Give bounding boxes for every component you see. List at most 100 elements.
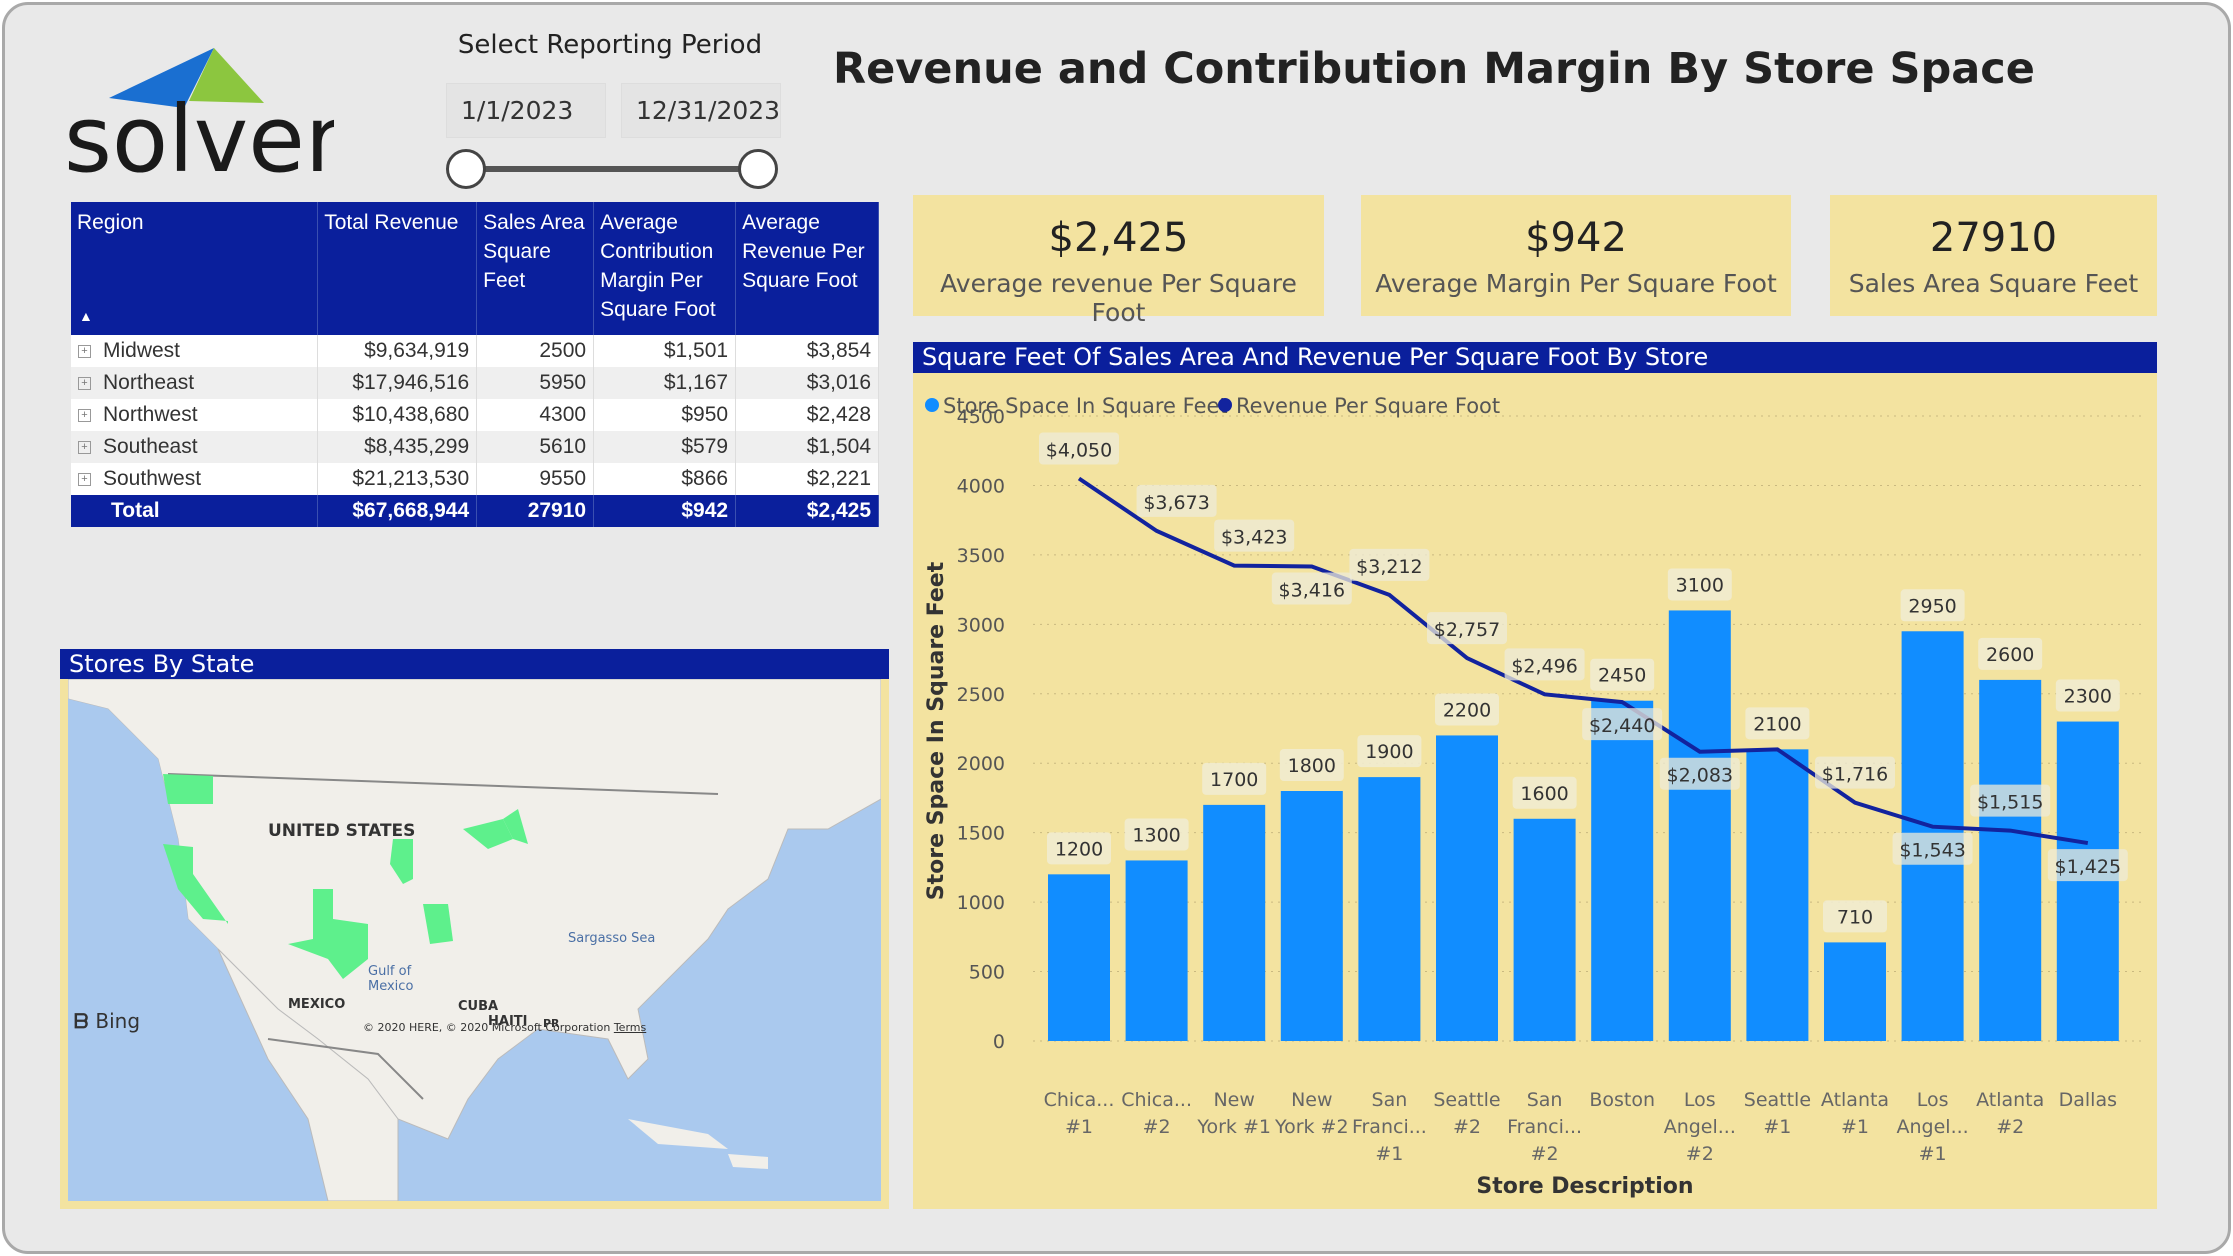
total-cell: Total <box>71 495 319 527</box>
x-tick-label: #1 <box>1841 1116 1869 1138</box>
x-tick-label: Los <box>1917 1089 1949 1111</box>
bar <box>1979 679 2042 1041</box>
label-sargasso: Sargasso Sea <box>568 931 656 946</box>
bing-logo: ᗷ Bing <box>74 1009 141 1033</box>
cell-value: $17,946,516 <box>317 367 478 399</box>
bar-data-label: 2950 <box>1908 595 1956 617</box>
x-tick-label: #2 <box>1143 1116 1171 1138</box>
stores-map[interactable]: UNITED STATES MEXICO Gulf of Mexico Sarg… <box>68 679 881 1201</box>
total-cell: $2,425 <box>735 495 879 527</box>
expand-icon[interactable]: + <box>78 376 91 390</box>
bar-data-label: 2600 <box>1986 644 2034 666</box>
cell-value: $8,435,299 <box>317 431 478 463</box>
line-data-label: $3,423 <box>1221 527 1287 549</box>
slider-end-handle[interactable] <box>738 149 778 189</box>
legend-bar-marker <box>925 398 939 412</box>
line-data-label: $2,440 <box>1589 715 1655 737</box>
svg-text:solver: solver <box>64 86 334 183</box>
y-axis-title: Store Space In Square Feet <box>924 561 949 900</box>
legend-bar-label: Store Space In Square Feet <box>943 394 1228 418</box>
cell-value: 9550 <box>476 463 595 495</box>
map-copyright: © 2020 HERE, © 2020 Microsoft Corporatio… <box>363 1021 647 1034</box>
bar <box>1591 700 1654 1041</box>
expand-icon[interactable]: + <box>78 440 91 454</box>
date-range-slider[interactable] <box>470 166 760 172</box>
bar-data-label: 1900 <box>1365 741 1413 763</box>
cell-region: + Midwest <box>71 335 319 367</box>
y-tick-label: 500 <box>969 962 1005 984</box>
x-tick-label: #2 <box>1453 1116 1481 1138</box>
line-data-label: $3,416 <box>1279 580 1345 602</box>
stores-map-panel: Stores By State UNITED STATES MEXICO Gul… <box>60 649 889 1209</box>
line-data-label: $3,673 <box>1143 492 1209 514</box>
bar-data-label: 1200 <box>1055 838 1103 860</box>
x-tick-label: #1 <box>1375 1143 1403 1165</box>
col-avg-margin[interactable]: Average Contribution Margin Per Square F… <box>593 202 737 335</box>
total-cell: $942 <box>593 495 737 527</box>
slider-start-handle[interactable] <box>446 149 486 189</box>
cell-region: + Northwest <box>71 399 319 431</box>
kpi-label: Average revenue Per Square Foot <box>940 269 1297 327</box>
bar <box>1358 777 1421 1041</box>
end-date-input[interactable]: 12/31/2023 <box>621 83 781 138</box>
bar <box>1513 818 1576 1041</box>
expand-icon[interactable]: + <box>78 472 91 486</box>
table-row: + Midwest $9,634,919 2500 $1,501 $3,854 <box>71 335 879 367</box>
store-chart-panel: Square Feet Of Sales Area And Revenue Pe… <box>913 342 2157 1209</box>
bar-data-label: 2450 <box>1598 665 1646 687</box>
bar <box>1668 610 1731 1041</box>
table-row: + Southwest $21,213,530 9550 $866 $2,221 <box>71 463 879 495</box>
legend-line-label: Revenue Per Square Foot <box>1236 394 1500 418</box>
cell-region: + Northeast <box>71 367 319 399</box>
region-name: Southwest <box>103 467 202 490</box>
table-row: + Northwest $10,438,680 4300 $950 $2,428 <box>71 399 879 431</box>
col-sales-area[interactable]: Sales Area Square Feet <box>476 202 595 335</box>
x-tick-label: York #2 <box>1274 1116 1349 1138</box>
cell-value: $2,428 <box>735 399 879 431</box>
x-tick-label: Los <box>1684 1089 1716 1111</box>
line-data-label: $1,425 <box>2055 856 2121 878</box>
bar <box>1125 860 1188 1041</box>
kpi-card: $942 Average Margin Per Square Foot <box>1361 195 1791 316</box>
cell-value: $21,213,530 <box>317 463 478 495</box>
x-tick-label: New <box>1213 1089 1254 1111</box>
x-tick-label: Angel... <box>1664 1116 1736 1138</box>
terms-link[interactable]: Terms <box>614 1021 646 1034</box>
line-data-label: $2,757 <box>1434 619 1500 641</box>
total-row: Total $67,668,944 27910 $942 $2,425 <box>71 495 879 527</box>
y-tick-label: 3500 <box>957 545 1005 567</box>
x-tick-label: #2 <box>1531 1143 1559 1165</box>
cell-value: $1,501 <box>593 335 737 367</box>
line-data-label: $2,496 <box>1511 655 1577 677</box>
kpi-label: Sales Area Square Feet <box>1848 269 2139 298</box>
x-tick-label: San <box>1372 1089 1408 1111</box>
map-title: Stores By State <box>60 649 889 679</box>
y-tick-label: 3000 <box>957 614 1005 636</box>
kpi-card: $2,425 Average revenue Per Square Foot <box>913 195 1324 327</box>
region-name: Northeast <box>103 371 195 394</box>
kpi-card: 27910 Sales Area Square Feet <box>1830 195 2157 316</box>
bar <box>1280 791 1343 1041</box>
expand-icon[interactable]: + <box>78 344 91 358</box>
col-region[interactable]: Region ▲ <box>71 202 319 335</box>
kpi-value: 27910 <box>1929 215 2058 261</box>
bar-data-label: 2300 <box>2064 686 2112 708</box>
y-tick-label: 1000 <box>957 892 1005 914</box>
region-name: Midwest <box>103 339 181 362</box>
cell-value: $9,634,919 <box>317 335 478 367</box>
col-avg-revenue[interactable]: Average Revenue Per Square Foot <box>735 202 879 335</box>
x-axis-title: Store Description <box>1476 1174 1693 1199</box>
start-date-input[interactable]: 1/1/2023 <box>446 83 606 138</box>
expand-icon[interactable]: + <box>78 408 91 422</box>
region-name: Southeast <box>103 435 198 458</box>
col-total-revenue[interactable]: Total Revenue <box>317 202 478 335</box>
bar-data-label: 3100 <box>1676 574 1724 596</box>
y-tick-label: 1500 <box>957 823 1005 845</box>
x-tick-label: Franci... <box>1352 1116 1427 1138</box>
x-tick-label: Chica... <box>1044 1089 1115 1111</box>
bar-data-label: 1700 <box>1210 769 1258 791</box>
cell-value: $950 <box>593 399 737 431</box>
cell-value: $10,438,680 <box>317 399 478 431</box>
bar <box>1824 942 1886 1041</box>
solver-logo: solver <box>64 48 334 183</box>
